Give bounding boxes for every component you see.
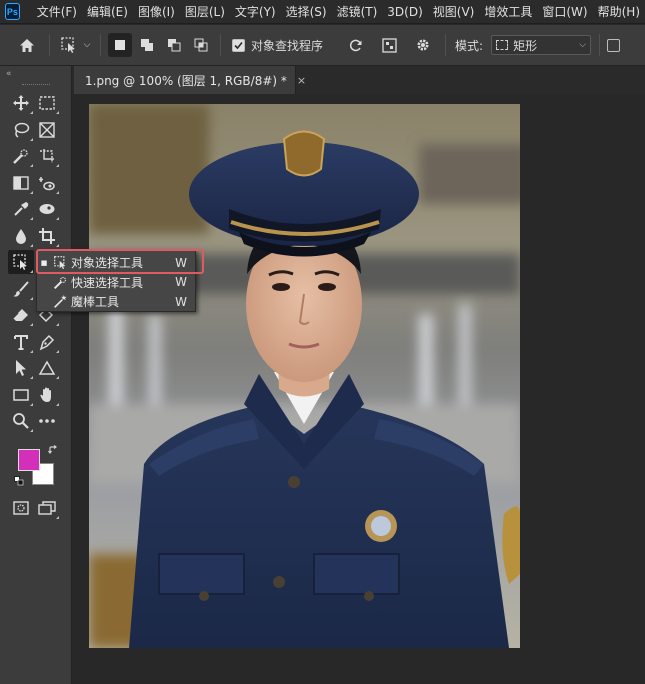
menu-3d[interactable]: 3D(D) bbox=[382, 0, 427, 24]
tool-preset-chevron-icon[interactable]: ⌵ bbox=[81, 33, 93, 57]
new-selection-button[interactable] bbox=[108, 33, 132, 57]
menu-filter[interactable]: 滤镜(T) bbox=[332, 0, 383, 24]
menu-image[interactable]: 图像(I) bbox=[133, 0, 180, 24]
object-select-icon bbox=[51, 255, 69, 271]
flyout-label: 快速选择工具 bbox=[71, 275, 144, 290]
zoom-tool-icon[interactable] bbox=[8, 409, 34, 433]
rectangle-tool-icon[interactable] bbox=[8, 383, 34, 407]
object-finder-toggle[interactable]: 对象查找程序 bbox=[232, 37, 323, 54]
pen-tool-icon[interactable] bbox=[34, 330, 60, 354]
app-logo: Ps bbox=[5, 3, 20, 20]
rectangle-mode-icon bbox=[496, 40, 509, 50]
content-aware-move-icon[interactable] bbox=[34, 171, 60, 195]
eyedropper-tool-icon[interactable] bbox=[8, 197, 34, 221]
menu-layer[interactable]: 图层(L) bbox=[180, 0, 230, 24]
mode-label: 模式: bbox=[455, 38, 484, 53]
brush-tool-icon[interactable] bbox=[8, 277, 34, 301]
eraser-tool-icon[interactable] bbox=[8, 303, 34, 327]
sample-all-layers-checkbox[interactable] bbox=[607, 38, 621, 52]
subtract-from-selection-button[interactable] bbox=[162, 33, 186, 57]
swap-colors-icon[interactable] bbox=[48, 444, 58, 458]
options-bar: ⌵ 对象查找程序 模式: 矩形 ⌵ bbox=[0, 25, 645, 66]
close-icon[interactable]: × bbox=[297, 74, 306, 87]
add-to-selection-button[interactable] bbox=[135, 33, 159, 57]
move-tool-icon[interactable] bbox=[8, 91, 34, 115]
collapse-panel-icon[interactable]: « bbox=[0, 66, 71, 82]
document-tab-bar: 1.png @ 100% (图层 1, RGB/8#) * × bbox=[73, 66, 645, 94]
foreground-color-swatch[interactable] bbox=[18, 448, 40, 471]
menu-file[interactable]: 文件(F) bbox=[32, 0, 82, 24]
flyout-item-quick-select[interactable]: 快速选择工具 W bbox=[37, 273, 195, 293]
menu-type[interactable]: 文字(Y) bbox=[230, 0, 281, 24]
portrait-photo bbox=[89, 104, 520, 648]
triangle-shape-tool-icon[interactable] bbox=[34, 356, 60, 380]
color-swatches bbox=[0, 441, 71, 493]
tool-preset-object-select-icon[interactable] bbox=[57, 33, 81, 57]
quick-mask-icon[interactable] bbox=[8, 496, 34, 520]
mode-select[interactable]: 矩形 ⌵ bbox=[491, 35, 592, 55]
mode-value: 矩形 bbox=[513, 38, 538, 53]
canvas-image[interactable] bbox=[89, 104, 520, 648]
gear-icon[interactable] bbox=[411, 33, 435, 57]
object-finder-checkbox[interactable] bbox=[232, 38, 245, 52]
hand-tool-icon[interactable] bbox=[34, 383, 60, 407]
flyout-item-object-select[interactable]: ■ 对象选择工具 W bbox=[37, 253, 195, 273]
menu-help[interactable]: 帮助(H) bbox=[593, 0, 645, 24]
menu-bar: Ps 文件(F) 编辑(E) 图像(I) 图层(L) 文字(Y) 选择(S) 滤… bbox=[0, 0, 645, 24]
tools-panel: « bbox=[0, 66, 72, 684]
menu-plugins[interactable]: 增效工具 bbox=[479, 0, 537, 24]
blur-drop-tool-icon[interactable] bbox=[8, 224, 34, 248]
selection-tools-flyout: ■ 对象选择工具 W 快速选择工具 W 魔棒工具 W bbox=[36, 250, 196, 312]
type-tool-icon[interactable] bbox=[8, 330, 34, 354]
quick-select-icon bbox=[51, 274, 69, 290]
healing-patch-tool-icon[interactable] bbox=[34, 197, 60, 221]
flyout-label: 对象选择工具 bbox=[71, 256, 144, 271]
magic-wand-icon bbox=[51, 294, 69, 310]
canvas-area[interactable] bbox=[73, 94, 645, 684]
menu-select[interactable]: 选择(S) bbox=[281, 0, 332, 24]
menu-window[interactable]: 窗口(W) bbox=[537, 0, 592, 24]
object-selection-tool-icon[interactable] bbox=[8, 250, 34, 275]
flyout-shortcut: W bbox=[175, 275, 187, 290]
flyout-label: 魔棒工具 bbox=[71, 295, 120, 310]
refresh-icon[interactable] bbox=[343, 33, 367, 57]
selected-bullet-icon: ■ bbox=[40, 258, 48, 267]
intersect-selection-button[interactable] bbox=[189, 33, 213, 57]
path-selection-tool-icon[interactable] bbox=[8, 356, 34, 380]
quick-select-tool-icon[interactable] bbox=[8, 144, 34, 168]
more-tools-icon[interactable] bbox=[34, 409, 60, 433]
flyout-shortcut: W bbox=[175, 255, 187, 270]
document-tab-title: 1.png @ 100% (图层 1, RGB/8#) * bbox=[85, 73, 287, 88]
flyout-shortcut: W bbox=[175, 294, 187, 309]
flyout-item-magic-wand[interactable]: 魔棒工具 W bbox=[37, 292, 195, 312]
panel-grip[interactable] bbox=[21, 84, 50, 86]
home-icon[interactable] bbox=[15, 33, 39, 57]
menu-edit[interactable]: 编辑(E) bbox=[82, 0, 133, 24]
rect-marquee-tool-icon[interactable] bbox=[34, 91, 60, 115]
document-tab[interactable]: 1.png @ 100% (图层 1, RGB/8#) * × bbox=[74, 66, 306, 94]
screen-mode-icon[interactable] bbox=[34, 496, 60, 520]
crop-slice-tool-icon[interactable] bbox=[34, 144, 60, 168]
rectangle-shape-tool-icon[interactable] bbox=[8, 171, 34, 195]
chevron-down-icon: ⌵ bbox=[579, 40, 587, 50]
show-all-objects-icon[interactable] bbox=[377, 33, 401, 57]
frame-tool-icon[interactable] bbox=[34, 118, 60, 142]
lasso-tool-icon[interactable] bbox=[8, 118, 34, 142]
crop-tool-icon[interactable] bbox=[34, 224, 60, 248]
menu-view[interactable]: 视图(V) bbox=[428, 0, 480, 24]
default-colors-icon[interactable] bbox=[14, 475, 24, 485]
object-finder-label: 对象查找程序 bbox=[251, 38, 324, 53]
